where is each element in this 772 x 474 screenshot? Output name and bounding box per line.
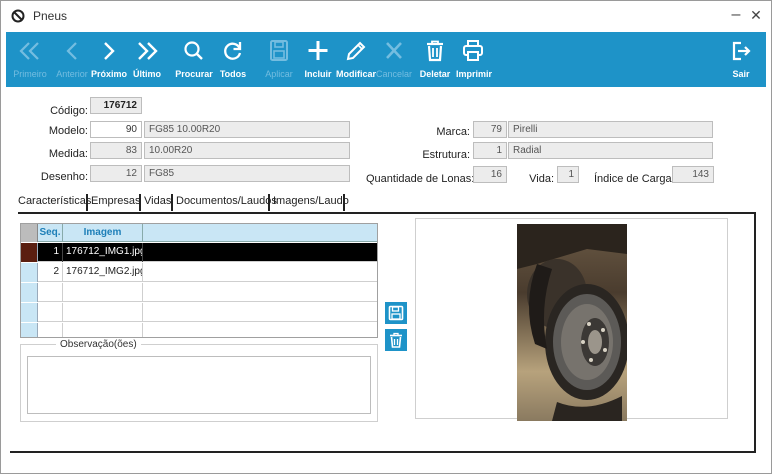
vida-label: Vida: (529, 173, 554, 185)
row-seq: 2 (38, 263, 63, 282)
row-imagem: 176712_IMG2.jpg (63, 263, 143, 282)
estrutura-code-field[interactable]: 1 (473, 142, 507, 159)
delete-image-button[interactable] (385, 329, 407, 351)
observacoes-legend: Observação(ões) (56, 339, 141, 350)
observacoes-textarea[interactable] (27, 356, 371, 414)
row-seq: 1 (38, 243, 63, 262)
codigo-label: Código: (50, 105, 88, 117)
vida-field[interactable]: 1 (557, 166, 579, 183)
last-record-button[interactable]: Último (130, 32, 164, 87)
row-imagem: 176712_IMG1.jpg (63, 243, 143, 262)
row-indicator (21, 263, 38, 282)
tire-photo (517, 224, 627, 421)
tab-separator (139, 194, 141, 211)
estrutura-desc-field: Radial (508, 142, 713, 159)
grid-row[interactable]: 1 176712_IMG1.jpg (21, 243, 377, 262)
tab-imagens-laudo[interactable]: Imagens/Laudo (273, 192, 349, 212)
pneus-window: Pneus – ✕ Primeiro Anterior Próximo Últi… (0, 0, 772, 474)
window-title: Pneus (33, 9, 68, 23)
trash-icon (427, 40, 443, 62)
seq-column-header[interactable]: Seq. (38, 224, 63, 242)
medida-code-field[interactable]: 83 (90, 142, 142, 159)
cancel-button[interactable]: Cancelar (376, 32, 412, 87)
delete-button[interactable]: Deletar (416, 32, 454, 87)
form-content: Código: 176712 Modelo: 90 FG85 10.00R20 … (6, 93, 766, 459)
tab-separator (86, 194, 88, 211)
tab-separator (268, 194, 270, 211)
double-chevron-left-icon (19, 42, 39, 60)
modelo-desc-field: FG85 10.00R20 (144, 121, 350, 138)
estrutura-label: Estrutura: (422, 149, 470, 161)
add-button[interactable]: Incluir (300, 32, 336, 87)
next-record-button[interactable]: Próximo (90, 32, 128, 87)
modelo-label: Modelo: (48, 125, 88, 137)
refresh-icon (224, 42, 242, 60)
printer-icon (463, 40, 483, 61)
carga-label: Índice de Carga: (594, 173, 675, 185)
search-icon (184, 41, 203, 60)
save-icon (388, 305, 404, 321)
grid-header-indicator (21, 224, 38, 242)
chevron-right-icon (104, 42, 115, 60)
medida-label: Medida: (48, 148, 88, 160)
title-bar: Pneus – ✕ (1, 1, 771, 31)
image-preview-panel (415, 218, 728, 421)
save-image-button[interactable] (385, 302, 407, 324)
minimize-button[interactable]: – (729, 7, 743, 23)
tab-frame-top-border (18, 212, 756, 214)
previous-record-button[interactable]: Anterior (52, 32, 92, 87)
chevron-left-icon (66, 42, 77, 60)
pencil-icon (346, 41, 366, 61)
app-logo-icon (11, 9, 25, 23)
close-button[interactable]: ✕ (749, 7, 763, 23)
tab-frame-bottom-border (10, 451, 756, 453)
modify-button[interactable]: Modificar (336, 32, 376, 87)
grid-row[interactable]: 2 176712_IMG2.jpg (21, 263, 377, 282)
carga-field[interactable]: 143 (672, 166, 714, 183)
grid-empty-row[interactable] (21, 323, 377, 337)
exit-button[interactable]: Sair (724, 32, 758, 87)
lonas-field[interactable]: 16 (473, 166, 507, 183)
first-record-button[interactable]: Primeiro (10, 32, 50, 87)
exit-icon (732, 41, 751, 61)
codigo-field[interactable]: 176712 (90, 97, 142, 114)
observacoes-group: Observação(ões) (20, 339, 378, 422)
apply-button[interactable]: Aplicar (262, 32, 296, 87)
tab-separator (171, 194, 173, 211)
marca-code-field[interactable]: 79 (473, 121, 507, 138)
save-icon (270, 40, 288, 61)
tab-documentos-laudos[interactable]: Documentos/Laudos (176, 192, 277, 212)
grid-header: Seq. Imagem (21, 224, 377, 242)
grid-empty-row[interactable] (21, 303, 377, 322)
double-chevron-right-icon (138, 42, 158, 60)
modelo-code-field[interactable]: 90 (90, 121, 142, 138)
tab-empresas[interactable]: Empresas (91, 192, 141, 212)
marca-label: Marca: (436, 126, 470, 138)
trash-icon (390, 332, 402, 348)
all-records-button[interactable]: Todos (216, 32, 250, 87)
row-indicator (21, 243, 38, 262)
images-grid: Seq. Imagem 1 176712_IMG1.jpg 2 176712_I… (20, 223, 378, 338)
print-button[interactable]: Imprimir (456, 32, 492, 87)
x-icon (386, 42, 402, 59)
tab-frame-right-border (754, 212, 756, 453)
lonas-label: Quantidade de Lonas: (366, 173, 475, 185)
desenho-desc-field: FG85 (144, 165, 350, 182)
tab-caracteristicas[interactable]: Características (18, 192, 91, 212)
tab-vidas[interactable]: Vidas (144, 192, 171, 212)
search-button[interactable]: Procurar (174, 32, 214, 87)
marca-desc-field: Pirelli (508, 121, 713, 138)
tab-separator (343, 194, 345, 211)
toolbar: Primeiro Anterior Próximo Último Procura… (6, 32, 766, 87)
desenho-label: Desenho: (40, 171, 88, 183)
desenho-code-field[interactable]: 12 (90, 165, 142, 182)
medida-desc-field: 10.00R20 (144, 142, 350, 159)
plus-icon (308, 41, 328, 60)
grid-empty-row[interactable] (21, 283, 377, 302)
imagem-column-header[interactable]: Imagem (63, 224, 143, 242)
